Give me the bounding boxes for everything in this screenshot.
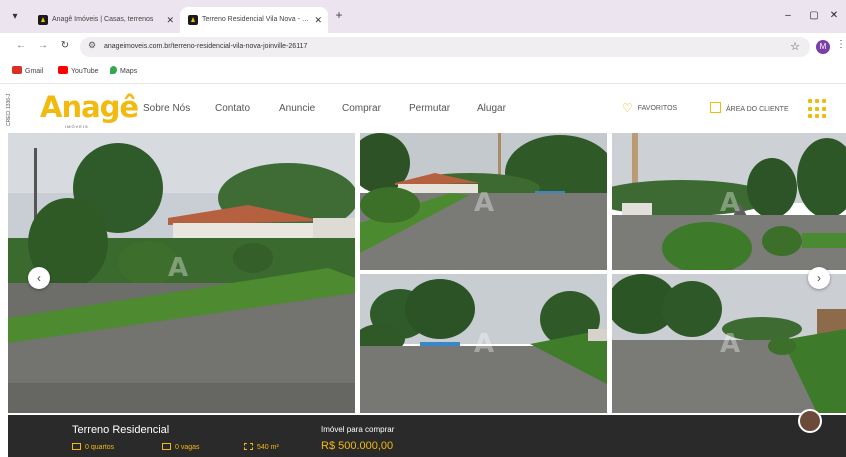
profile-avatar[interactable]: M bbox=[816, 40, 830, 54]
new-tab-button[interactable]: + bbox=[332, 8, 346, 22]
close-window-icon[interactable]: ✕ bbox=[826, 10, 842, 21]
nav-contato[interactable]: Contato bbox=[215, 103, 250, 114]
gallery-photo-5[interactable]: A bbox=[612, 274, 846, 413]
purpose-label: Imóvel para comprar bbox=[321, 425, 395, 434]
chat-agent-avatar[interactable] bbox=[798, 409, 822, 433]
bookmark-maps[interactable]: Maps bbox=[110, 65, 137, 79]
gallery-photo-main[interactable]: A bbox=[8, 133, 355, 413]
client-area-label: ÁREA DO CLIENTE bbox=[726, 106, 789, 113]
login-icon bbox=[710, 102, 721, 113]
gallery-next-button[interactable]: › bbox=[808, 267, 830, 289]
gallery-prev-button[interactable]: ‹ bbox=[28, 267, 50, 289]
watermark-logo: A bbox=[474, 188, 495, 218]
tab-title: Anagê Imóveis | Casas, terrenos bbox=[52, 16, 154, 23]
youtube-icon bbox=[58, 66, 68, 74]
client-area-link[interactable]: ÁREA DO CLIENTE bbox=[710, 102, 789, 116]
parking-value: 0 vagas bbox=[175, 444, 200, 451]
back-icon[interactable]: ← bbox=[14, 40, 28, 51]
site-favicon-icon bbox=[38, 15, 48, 25]
logo-wordmark: Anagê bbox=[40, 90, 139, 124]
gallery-photo-4[interactable]: A bbox=[360, 274, 607, 413]
nav-sobre-nos[interactable]: Sobre Nós bbox=[143, 103, 190, 114]
bookmarks-bar: Gmail YouTube Maps bbox=[0, 61, 846, 83]
heart-icon: ♡ bbox=[622, 101, 633, 115]
close-tab-icon[interactable]: ✕ bbox=[314, 7, 322, 33]
minimize-icon[interactable]: – bbox=[780, 10, 796, 21]
forward-icon[interactable]: → bbox=[36, 40, 50, 51]
bedrooms-value: 0 quartos bbox=[85, 444, 115, 451]
nav-comprar[interactable]: Comprar bbox=[342, 103, 381, 114]
gallery-photo-2[interactable]: A bbox=[360, 133, 607, 270]
browser-tab-strip: ▾ Anagê Imóveis | Casas, terrenos ✕ Terr… bbox=[0, 0, 846, 33]
photo-gallery: A A A A A ‹ › bbox=[0, 133, 846, 413]
browser-tab-home[interactable]: Anagê Imóveis | Casas, terrenos ✕ bbox=[30, 7, 180, 33]
area-feature: 540 m² bbox=[244, 443, 279, 453]
tab-search-icon[interactable]: ▾ bbox=[8, 10, 22, 24]
bookmark-label: Gmail bbox=[25, 68, 44, 75]
nav-permutar[interactable]: Permutar bbox=[409, 103, 450, 114]
apps-grid-icon[interactable] bbox=[808, 99, 828, 119]
bed-icon bbox=[72, 443, 81, 450]
gmail-icon bbox=[12, 66, 22, 74]
browser-tab-listing[interactable]: Terreno Residencial Vila Nova - Joinvill… bbox=[180, 7, 328, 33]
maximize-icon[interactable]: ▢ bbox=[806, 10, 822, 21]
nav-alugar[interactable]: Alugar bbox=[477, 103, 506, 114]
logo-subtitle: IMÓVEIS bbox=[65, 124, 89, 129]
nav-anuncie[interactable]: Anuncie bbox=[279, 103, 315, 114]
maps-pin-icon bbox=[110, 66, 117, 74]
area-value: 540 m² bbox=[257, 444, 279, 451]
favorites-label: FAVORITOS bbox=[637, 105, 678, 112]
bedrooms-feature: 0 quartos bbox=[72, 443, 114, 453]
watermark-logo: A bbox=[720, 188, 741, 218]
browser-menu-icon[interactable]: ⋮ bbox=[836, 39, 846, 50]
url-text: anageimoveis.com.br/terreno-residencial-… bbox=[104, 43, 308, 50]
area-icon bbox=[244, 443, 253, 450]
bookmark-label: Maps bbox=[120, 68, 138, 75]
bookmark-gmail[interactable]: Gmail bbox=[12, 65, 43, 79]
favorites-link[interactable]: ♡ FAVORITOS bbox=[622, 102, 677, 115]
bookmark-youtube[interactable]: YouTube bbox=[58, 65, 99, 79]
watermark-logo: A bbox=[720, 329, 741, 359]
reload-icon[interactable]: ↻ bbox=[58, 40, 72, 51]
tab-title: Terreno Residencial Vila Nova - Joinvill… bbox=[202, 16, 310, 23]
gallery-photo-3[interactable]: A bbox=[612, 133, 846, 270]
site-info-icon[interactable]: ⚙ bbox=[88, 40, 96, 51]
site-favicon-icon bbox=[188, 15, 198, 25]
listing-info-bar: Terreno Residencial 0 quartos 0 vagas 54… bbox=[8, 415, 846, 457]
site-header: CRECI 1336-J Anagê IMÓVEIS Sobre Nós Con… bbox=[0, 83, 846, 133]
site-logo[interactable]: Anagê IMÓVEIS bbox=[40, 88, 139, 130]
car-icon bbox=[162, 443, 171, 450]
creci-label: CRECI 1336-J bbox=[6, 93, 12, 127]
price-value: R$ 500.000,00 bbox=[321, 440, 394, 452]
address-bar[interactable]: ⚙ anageimoveis.com.br/terreno-residencia… bbox=[80, 37, 810, 57]
watermark-logo: A bbox=[474, 329, 495, 359]
bookmark-star-icon[interactable]: ☆ bbox=[790, 40, 800, 53]
bookmark-label: YouTube bbox=[71, 68, 99, 75]
browser-toolbar: ← → ↻ ⚙ anageimoveis.com.br/terreno-resi… bbox=[0, 33, 846, 61]
property-type: Terreno Residencial bbox=[72, 424, 170, 436]
watermark-logo: A bbox=[168, 253, 189, 283]
parking-feature: 0 vagas bbox=[162, 443, 200, 453]
close-tab-icon[interactable]: ✕ bbox=[166, 7, 174, 33]
